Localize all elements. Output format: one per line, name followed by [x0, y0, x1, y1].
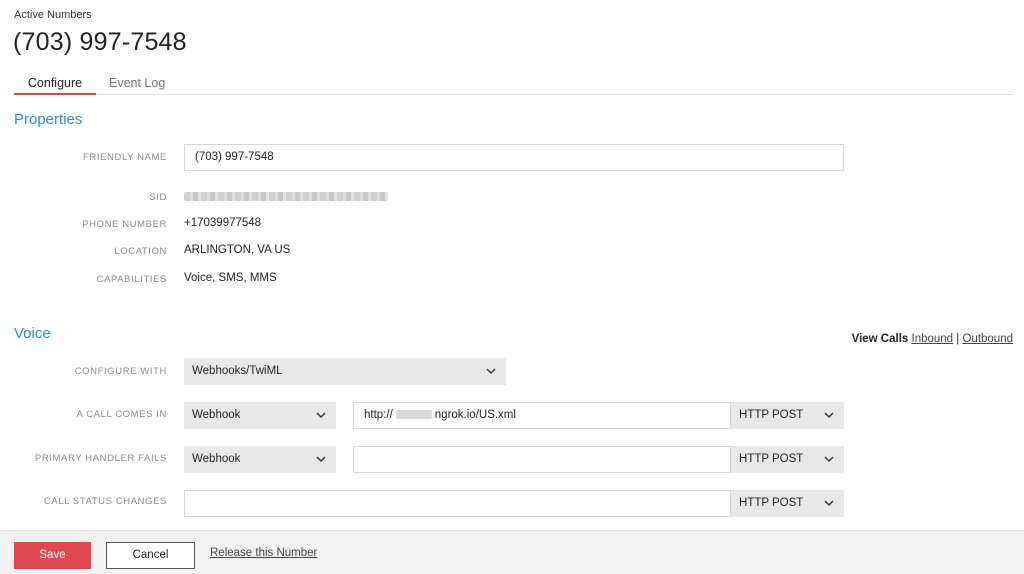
primary-handler-type-value: Webhook [192, 453, 241, 465]
location-value: ARLINGTON, VA US [184, 244, 291, 256]
chevron-down-icon [316, 456, 326, 463]
voice-section-title: Voice [14, 325, 51, 342]
friendly-name-input[interactable]: (703) 997-7548 [184, 144, 844, 171]
breadcrumb: Active Numbers [14, 9, 92, 21]
call-comes-in-method-select[interactable]: HTTP POST [731, 402, 844, 429]
call-comes-in-url-suffix: ngrok.io/US.xml [434, 409, 516, 421]
tab-configure[interactable]: Configure [14, 76, 96, 95]
call-comes-in-type-select[interactable]: Webhook [184, 402, 336, 429]
url-redaction [395, 410, 432, 420]
chevron-down-icon [316, 412, 326, 419]
primary-handler-method-select[interactable]: HTTP POST [731, 446, 844, 473]
sid-label: SID [149, 192, 167, 203]
outbound-link[interactable]: Outbound [962, 333, 1013, 345]
call-status-method-select[interactable]: HTTP POST [731, 490, 844, 517]
tab-bar: Configure Event Log [14, 73, 1013, 95]
call-comes-in-label: A CALL COMES IN [76, 409, 167, 420]
call-comes-in-type-value: Webhook [192, 409, 241, 421]
phone-number-value: +17039977548 [184, 217, 262, 229]
call-comes-in-url-prefix: http:// [364, 409, 393, 421]
primary-handler-type-select[interactable]: Webhook [184, 446, 336, 473]
view-calls: View Calls Inbound | Outbound [852, 333, 1013, 345]
tab-event-log[interactable]: Event Log [109, 76, 165, 90]
primary-handler-label: PRIMARY HANDLER FAILS [34, 453, 167, 464]
chevron-down-icon [824, 456, 834, 463]
configure-with-value: Webhooks/TwiML [192, 365, 283, 377]
chevron-down-icon [486, 368, 496, 375]
sid-value-redacted [184, 191, 388, 203]
save-button[interactable]: Save [14, 542, 91, 569]
configure-with-label: CONFIGURE WITH [74, 366, 167, 377]
page-title: (703) 997-7548 [13, 28, 187, 56]
inbound-link[interactable]: Inbound [912, 333, 954, 345]
phone-number-label: PHONE NUMBER [82, 219, 167, 230]
release-number-link[interactable]: Release this Number [210, 547, 317, 559]
configure-with-select[interactable]: Webhooks/TwiML [184, 358, 506, 385]
capabilities-label: CAPABILITIES [96, 274, 167, 285]
friendly-name-label: FRIENDLY NAME [83, 152, 167, 163]
call-status-label: CALL STATUS CHANGES [43, 496, 167, 507]
call-status-url-input[interactable] [184, 490, 731, 517]
view-calls-label: View Calls [851, 333, 909, 345]
footer-bar: Save Cancel Release this Number [0, 530, 1024, 574]
call-comes-in-method-value: HTTP POST [739, 409, 804, 421]
view-calls-separator: | [956, 333, 960, 345]
call-comes-in-url-input[interactable]: http:// ngrok.io/US.xml [353, 402, 731, 429]
primary-handler-method-value: HTTP POST [739, 453, 804, 465]
properties-section-title: Properties [14, 111, 83, 128]
capabilities-value: Voice, SMS, MMS [184, 272, 277, 284]
location-label: LOCATION [114, 246, 167, 257]
primary-handler-url-input[interactable] [353, 446, 731, 473]
call-status-method-value: HTTP POST [739, 497, 804, 509]
chevron-down-icon [824, 500, 834, 507]
cancel-button[interactable]: Cancel [106, 542, 195, 569]
chevron-down-icon [824, 412, 834, 419]
